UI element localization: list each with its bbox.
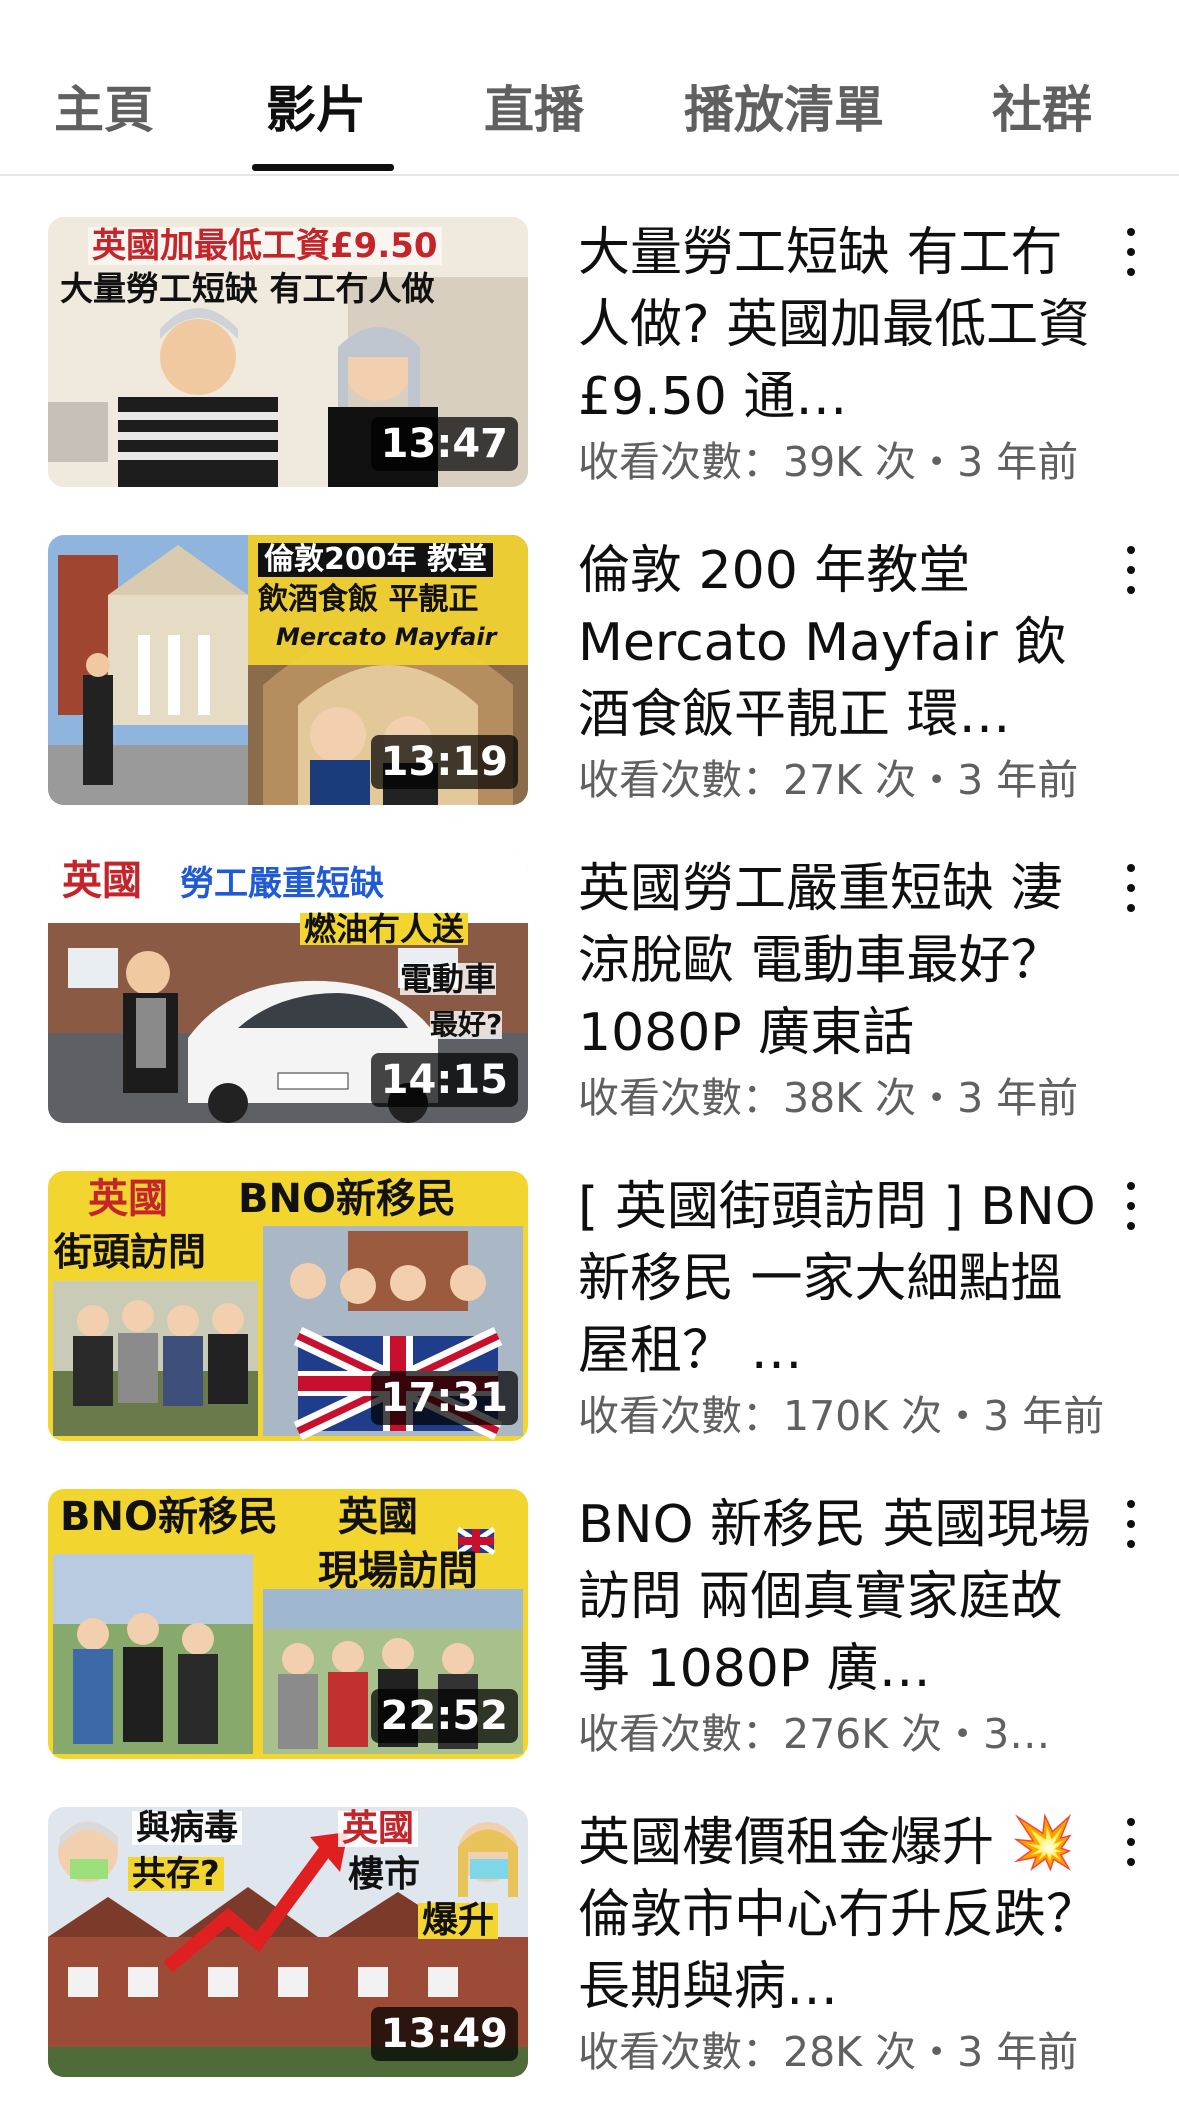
thumbnail-caption: Mercato Mayfair — [276, 623, 497, 651]
tab-videos[interactable]: 影片 — [266, 70, 366, 142]
thumbnail-caption: 最好? — [430, 1008, 503, 1041]
thumbnail-caption: 共存? — [128, 1857, 224, 1891]
video-item[interactable]: 英國加最低工資£9.50 大量勞工短缺 有工冇人做 13:47 大量勞工短缺 有… — [0, 174, 1179, 492]
thumbnail-caption: 燃油冇人送 — [300, 913, 469, 945]
video-title[interactable]: 倫敦 200 年教堂 Mercato Mayfair 飲酒食飯平靚正 環… — [578, 535, 1098, 751]
video-duration: 17:31 — [370, 1371, 518, 1425]
thumbnail-caption: 英國 — [338, 1494, 418, 1540]
thumbnail-caption: 樓市 — [348, 1854, 421, 1895]
video-title[interactable]: 英國勞工嚴重短缺 淒涼脫歐 電動車最好？1080P 廣東話 — [578, 853, 1098, 1069]
more-options-icon[interactable] — [1116, 222, 1146, 282]
video-thumbnail[interactable]: 英國 BNO新移民 街頭訪問 17:31 — [48, 1171, 528, 1441]
thumbnail-caption: 倫敦200年 教堂 — [258, 543, 494, 577]
tab-community[interactable]: 社群 — [992, 70, 1092, 142]
video-title[interactable]: [ 英國街頭訪問 ] BNO 新移民 一家大細點搵屋租？ … — [578, 1171, 1098, 1387]
tab-playlists[interactable]: 播放清單 — [684, 70, 884, 142]
video-meta: 收看次數：28K 次・3 年前 — [578, 2018, 1138, 2078]
video-duration: 14:15 — [370, 1053, 518, 1107]
tab-live[interactable]: 直播 — [484, 70, 584, 142]
video-duration: 22:52 — [370, 1689, 518, 1743]
video-thumbnail[interactable]: 倫敦200年 教堂 飲酒食飯 平靚正 Mercato Mayfair 13:19 — [48, 535, 528, 805]
video-meta: 收看次數：38K 次・3 年前 — [578, 1064, 1138, 1124]
thumbnail-caption: BNO新移民 — [60, 1494, 278, 1540]
video-item[interactable]: BNO新移民 英國 現場訪問 22:52 BNO 新移民 英國現場訪問 兩個真實… — [0, 1446, 1179, 1764]
thumbnail-caption: 現場訪問 — [318, 1548, 478, 1594]
thumbnail-caption: 英國加最低工資£9.50 — [88, 227, 442, 265]
video-duration: 13:19 — [370, 735, 518, 789]
thumbnail-caption: 英國 — [62, 858, 142, 904]
more-options-icon[interactable] — [1116, 1494, 1146, 1554]
video-duration: 13:47 — [370, 417, 518, 471]
video-meta: 收看次數：39K 次・3 年前 — [578, 428, 1138, 488]
tab-home[interactable]: 主頁 — [54, 70, 154, 142]
video-item[interactable]: 英國 BNO新移民 街頭訪問 17:31 [ 英國街頭訪問 ] BNO 新移民 … — [0, 1128, 1179, 1446]
video-thumbnail[interactable]: BNO新移民 英國 現場訪問 22:52 — [48, 1489, 528, 1759]
thumbnail-caption: BNO新移民 — [238, 1176, 456, 1222]
video-item[interactable]: 英國 勞工嚴重短缺 燃油冇人送 電動車 最好? 14:15 英國勞工嚴重短缺 淒… — [0, 810, 1179, 1128]
thumbnail-caption: 與病毒 — [132, 1811, 242, 1845]
thumbnail-caption: 街頭訪問 — [54, 1230, 207, 1274]
thumbnail-caption: 電動車 — [400, 960, 497, 998]
video-meta: 收看次數：276K 次・3… — [578, 1700, 1138, 1760]
video-thumbnail[interactable]: 與病毒 共存? 英國 樓市 爆升 13:49 — [48, 1807, 528, 2077]
video-title[interactable]: BNO 新移民 英國現場訪問 兩個真實家庭故事 1080P 廣… — [578, 1489, 1098, 1705]
thumbnail-caption: 英國 — [88, 1176, 168, 1222]
video-title[interactable]: 大量勞工短缺 有工冇人做? 英國加最低工資 £9.50 通… — [578, 217, 1098, 433]
video-meta: 收看次數：170K 次・3 年前 — [578, 1382, 1138, 1442]
thumbnail-caption: 大量勞工短缺 有工冇人做 — [60, 269, 435, 308]
video-meta: 收看次數：27K 次・3 年前 — [578, 746, 1138, 806]
active-tab-indicator — [252, 164, 394, 171]
video-item[interactable]: 倫敦200年 教堂 飲酒食飯 平靚正 Mercato Mayfair 13:19… — [0, 492, 1179, 810]
thumbnail-caption: 飲酒食飯 平靚正 — [258, 582, 479, 617]
video-duration: 13:49 — [370, 2007, 518, 2061]
more-options-icon[interactable] — [1116, 858, 1146, 918]
video-thumbnail[interactable]: 英國加最低工資£9.50 大量勞工短缺 有工冇人做 13:47 — [48, 217, 528, 487]
thumbnail-caption: 英國 — [338, 1811, 419, 1847]
video-thumbnail[interactable]: 英國 勞工嚴重短缺 燃油冇人送 電動車 最好? 14:15 — [48, 853, 528, 1123]
channel-tabs: 主頁 影片 直播 播放清單 社群 — [0, 0, 1179, 176]
more-options-icon[interactable] — [1116, 1176, 1146, 1236]
video-item[interactable]: 與病毒 共存? 英國 樓市 爆升 13:49 英國樓價租金爆升 💥 倫敦市中心冇… — [0, 1764, 1179, 2082]
more-options-icon[interactable] — [1116, 1812, 1146, 1872]
more-options-icon[interactable] — [1116, 540, 1146, 600]
thumbnail-caption: 勞工嚴重短缺 — [180, 864, 384, 904]
thumbnail-caption: 爆升 — [418, 1903, 499, 1939]
video-title[interactable]: 英國樓價租金爆升 💥 倫敦市中心冇升反跌？長期與病… — [578, 1807, 1098, 2023]
